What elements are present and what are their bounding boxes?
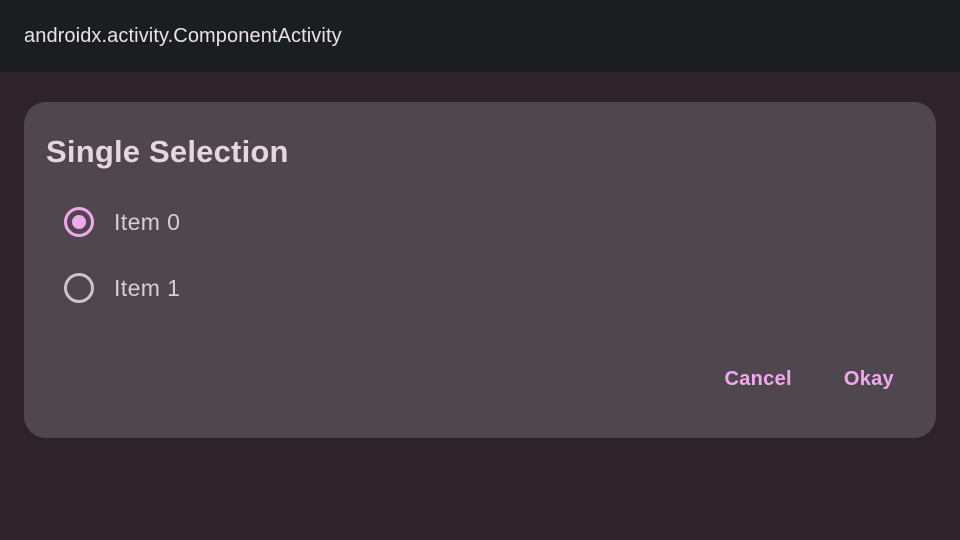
- okay-button[interactable]: Okay: [828, 358, 910, 401]
- app-screen: androidx.activity.ComponentActivity Sing…: [0, 0, 960, 540]
- app-bar: androidx.activity.ComponentActivity: [0, 0, 960, 72]
- single-selection-dialog: Single Selection Item 0 Item 1 Cancel Ok…: [24, 102, 936, 438]
- app-bar-title: androidx.activity.ComponentActivity: [24, 24, 342, 47]
- option-label: Item 0: [114, 208, 181, 235]
- dialog-actions: Cancel Okay: [708, 358, 910, 401]
- option-label: Item 1: [114, 274, 181, 301]
- option-item-1[interactable]: Item 1: [64, 264, 364, 312]
- radio-button-unchecked-icon[interactable]: [64, 273, 94, 303]
- cancel-button[interactable]: Cancel: [708, 358, 807, 401]
- radio-dot: [72, 215, 86, 229]
- dialog-title: Single Selection: [46, 134, 289, 169]
- option-item-0[interactable]: Item 0: [64, 198, 364, 246]
- radio-button-checked-icon[interactable]: [64, 207, 94, 237]
